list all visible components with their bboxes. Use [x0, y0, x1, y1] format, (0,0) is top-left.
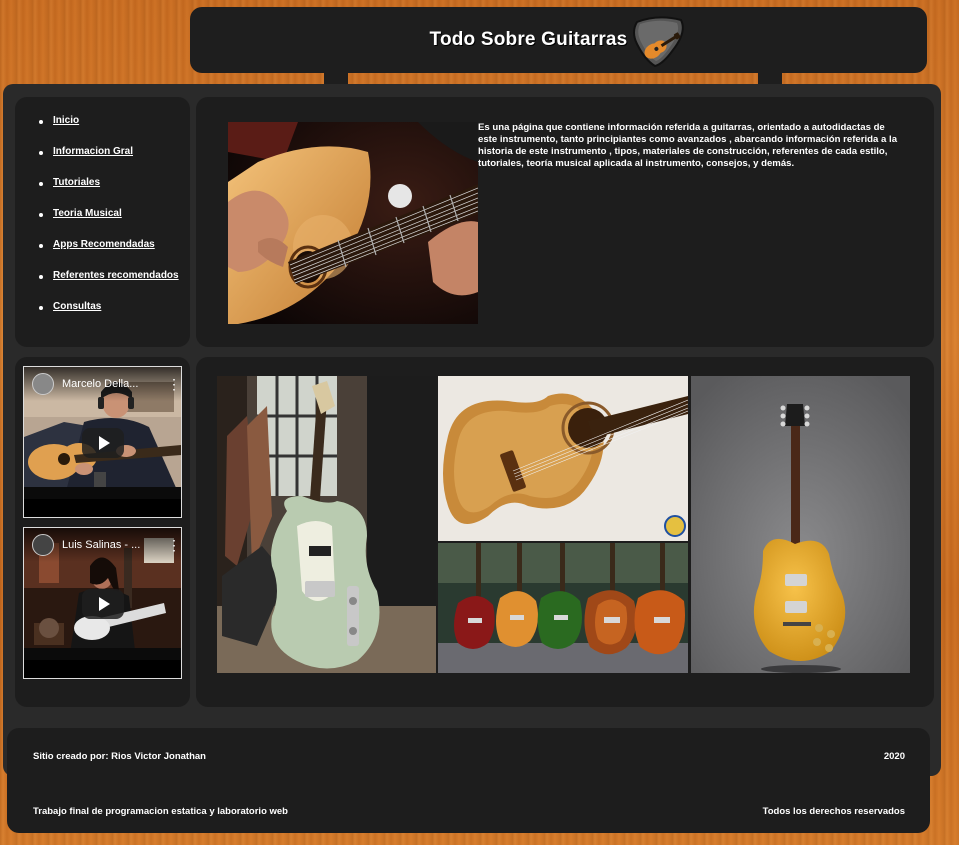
video-header: Marcelo Della... ⋮: [24, 367, 181, 401]
intro-panel: Es una página que contiene información r…: [196, 97, 934, 347]
nav-link-consultas[interactable]: Consultas: [53, 301, 101, 312]
footer-rights: Todos los derechos reservados: [762, 806, 905, 817]
nav-list: Inicio Informacion Gral Tutoriales Teori…: [15, 97, 190, 332]
video-header: Luis Salinas - ... ⋮: [24, 528, 181, 562]
acoustic-guitar-playing-photo: [228, 122, 478, 324]
footer-year: 2020: [883, 751, 905, 762]
channel-avatar[interactable]: [32, 373, 54, 395]
video-embed-marcelo[interactable]: Marcelo Della... ⋮: [23, 366, 182, 518]
site-footer: Sitio creado por: Rios Victor Jonathan 2…: [7, 728, 930, 833]
more-options-icon[interactable]: ⋮: [167, 377, 181, 391]
videos-panel: Marcelo Della... ⋮ Luis Salinas - ... ⋮: [15, 357, 190, 707]
video-title[interactable]: Luis Salinas - ...: [62, 539, 167, 551]
intro-description: Es una página que contiene información r…: [478, 122, 898, 169]
nav-link-tutoriales[interactable]: Tutoriales: [53, 177, 100, 188]
nav-item-referentes: Referentes recomendados: [39, 270, 190, 301]
classical-acoustic-guitar-photo: [438, 376, 688, 541]
main-frame: Inicio Informacion Gral Tutoriales Teori…: [3, 84, 941, 776]
nav-link-informacion-gral[interactable]: Informacion Gral: [53, 146, 133, 157]
more-options-icon[interactable]: ⋮: [167, 538, 181, 552]
gallery-panel: [196, 357, 934, 707]
video-title[interactable]: Marcelo Della...: [62, 378, 167, 390]
sidebar-nav: Inicio Informacion Gral Tutoriales Teori…: [15, 97, 190, 347]
video-embed-luis-salinas[interactable]: Luis Salinas - ... ⋮: [23, 527, 182, 679]
nav-link-referentes[interactable]: Referentes recomendados: [53, 270, 179, 281]
les-paul-guitars-row-photo: [438, 543, 688, 673]
les-paul-gold-top-photo: [691, 376, 910, 673]
nav-link-apps-recomendadas[interactable]: Apps Recomendadas: [53, 239, 155, 250]
guitar-pick-icon: [633, 16, 685, 68]
nav-item-teoria-musical: Teoria Musical: [39, 208, 190, 239]
site-title: Todo Sobre Guitarras: [429, 29, 628, 50]
play-icon[interactable]: [82, 589, 124, 619]
telecaster-electric-guitar-photo: [217, 376, 436, 673]
nav-item-apps-recomendadas: Apps Recomendadas: [39, 239, 190, 270]
nav-link-teoria-musical[interactable]: Teoria Musical: [53, 208, 122, 219]
nav-item-consultas: Consultas: [39, 301, 190, 332]
site-header: Todo Sobre Guitarras: [190, 7, 927, 73]
nav-item-informacion-gral: Informacion Gral: [39, 146, 190, 177]
nav-link-inicio[interactable]: Inicio: [53, 115, 79, 126]
footer-credit: Sitio creado por: Rios Victor Jonathan: [33, 751, 206, 762]
nav-item-inicio: Inicio: [39, 115, 190, 146]
play-icon[interactable]: [82, 428, 124, 458]
nav-item-tutoriales: Tutoriales: [39, 177, 190, 208]
footer-project: Trabajo final de programacion estatica y…: [33, 806, 288, 817]
channel-avatar[interactable]: [32, 534, 54, 556]
